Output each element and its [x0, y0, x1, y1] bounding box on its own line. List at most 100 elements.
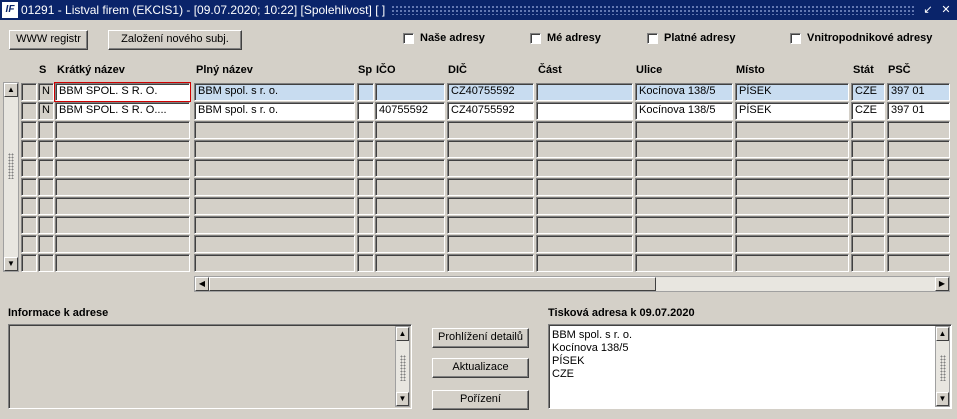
info-textarea[interactable]: ▲ ▼ — [8, 324, 412, 409]
cell-ico[interactable] — [375, 235, 445, 253]
cell-dic[interactable]: CZ40755592 — [447, 102, 534, 120]
scroll-left-icon[interactable]: ◀ — [195, 277, 209, 291]
cell-part[interactable] — [536, 216, 633, 234]
cell-ico[interactable] — [375, 140, 445, 158]
cell-zip[interactable] — [887, 121, 950, 139]
cell-street[interactable] — [635, 254, 733, 272]
cell-street[interactable] — [635, 159, 733, 177]
info-scrollbar[interactable]: ▲ ▼ — [395, 326, 410, 407]
cell-full-name[interactable] — [194, 159, 355, 177]
cell-short-name[interactable] — [55, 216, 190, 234]
cell-part[interactable] — [536, 140, 633, 158]
scroll-grip[interactable] — [400, 355, 406, 381]
row-selector[interactable] — [21, 254, 37, 272]
checkbox-box[interactable] — [647, 32, 658, 44]
cell-street[interactable]: Kocínova 138/5 — [635, 102, 733, 120]
cell-dic[interactable] — [447, 235, 534, 253]
scroll-down-icon[interactable]: ▼ — [396, 392, 409, 406]
cell-country[interactable]: CZE — [851, 83, 885, 101]
scroll-grip[interactable] — [940, 355, 946, 381]
new-subject-button[interactable]: Založení nového subj. — [108, 30, 242, 50]
scroll-grip[interactable] — [8, 153, 14, 179]
cell-country[interactable] — [851, 197, 885, 215]
cell-short-name[interactable] — [55, 254, 190, 272]
cell-zip[interactable] — [887, 159, 950, 177]
cell-country[interactable] — [851, 216, 885, 234]
cell-full-name[interactable] — [194, 216, 355, 234]
cell-s[interactable] — [38, 216, 54, 234]
my-addresses-checkbox[interactable]: Mé adresy — [530, 32, 601, 44]
cell-ico[interactable] — [375, 159, 445, 177]
cell-part[interactable] — [536, 83, 633, 101]
cell-short-name[interactable] — [55, 235, 190, 253]
cell-s[interactable]: N — [38, 83, 54, 101]
row-selector[interactable] — [21, 235, 37, 253]
row-selector[interactable] — [21, 121, 37, 139]
cell-full-name[interactable] — [194, 178, 355, 196]
cell-country[interactable] — [851, 254, 885, 272]
cell-part[interactable] — [536, 121, 633, 139]
cell-s[interactable]: N — [38, 102, 54, 120]
cell-sp[interactable] — [357, 197, 374, 215]
cell-street[interactable] — [635, 216, 733, 234]
row-selector[interactable] — [21, 178, 37, 196]
print-address-scrollbar[interactable]: ▲ ▼ — [935, 326, 950, 407]
cell-dic[interactable] — [447, 216, 534, 234]
cell-street[interactable] — [635, 121, 733, 139]
cell-s[interactable] — [38, 159, 54, 177]
cell-zip[interactable] — [887, 140, 950, 158]
cell-s[interactable] — [38, 140, 54, 158]
cell-street[interactable] — [635, 197, 733, 215]
cell-dic[interactable] — [447, 121, 534, 139]
cell-place[interactable]: PÍSEK — [735, 102, 849, 120]
cell-ico[interactable] — [375, 254, 445, 272]
cell-short-name[interactable] — [55, 178, 190, 196]
grid-horizontal-scrollbar[interactable]: ◀ ▶ — [194, 276, 950, 292]
cell-s[interactable] — [38, 197, 54, 215]
cell-zip[interactable] — [887, 235, 950, 253]
cell-country[interactable]: CZE — [851, 102, 885, 120]
cell-ico[interactable] — [375, 178, 445, 196]
cell-ico[interactable] — [375, 83, 445, 101]
create-button[interactable]: Pořízení — [432, 390, 529, 410]
cell-s[interactable] — [38, 121, 54, 139]
cell-country[interactable] — [851, 159, 885, 177]
cell-short-name[interactable] — [55, 140, 190, 158]
update-button[interactable]: Aktualizace — [432, 358, 529, 378]
cell-part[interactable] — [536, 178, 633, 196]
cell-street[interactable] — [635, 178, 733, 196]
cell-full-name[interactable] — [194, 254, 355, 272]
scroll-down-icon[interactable]: ▼ — [936, 392, 949, 406]
cell-zip[interactable] — [887, 216, 950, 234]
cell-place[interactable] — [735, 178, 849, 196]
cell-dic[interactable] — [447, 197, 534, 215]
cell-place[interactable] — [735, 235, 849, 253]
cell-short-name[interactable] — [55, 121, 190, 139]
cell-sp[interactable] — [357, 159, 374, 177]
cell-dic[interactable] — [447, 254, 534, 272]
cell-full-name[interactable]: BBM spol. s r. o. — [194, 83, 355, 101]
cell-dic[interactable] — [447, 178, 534, 196]
cell-ico[interactable] — [375, 216, 445, 234]
cell-place[interactable] — [735, 216, 849, 234]
our-addresses-checkbox[interactable]: Naše adresy — [403, 32, 485, 44]
cell-zip[interactable] — [887, 254, 950, 272]
cell-part[interactable] — [536, 102, 633, 120]
cell-dic[interactable] — [447, 159, 534, 177]
row-selector[interactable] — [21, 140, 37, 158]
cell-zip[interactable]: 397 01 — [887, 83, 950, 101]
cell-full-name[interactable] — [194, 197, 355, 215]
cell-zip[interactable] — [887, 178, 950, 196]
cell-sp[interactable] — [357, 121, 374, 139]
cell-place[interactable] — [735, 121, 849, 139]
cell-dic[interactable] — [447, 140, 534, 158]
cell-country[interactable] — [851, 178, 885, 196]
cell-sp[interactable] — [357, 216, 374, 234]
cell-full-name[interactable] — [194, 121, 355, 139]
www-registr-button[interactable]: WWW registr — [9, 30, 88, 50]
cell-place[interactable] — [735, 254, 849, 272]
cell-street[interactable]: Kocínova 138/5 — [635, 83, 733, 101]
scroll-up-icon[interactable]: ▲ — [4, 83, 18, 97]
grid-vertical-scrollbar[interactable]: ▲ ▼ — [3, 82, 19, 272]
cell-place[interactable]: PÍSEK — [735, 83, 849, 101]
